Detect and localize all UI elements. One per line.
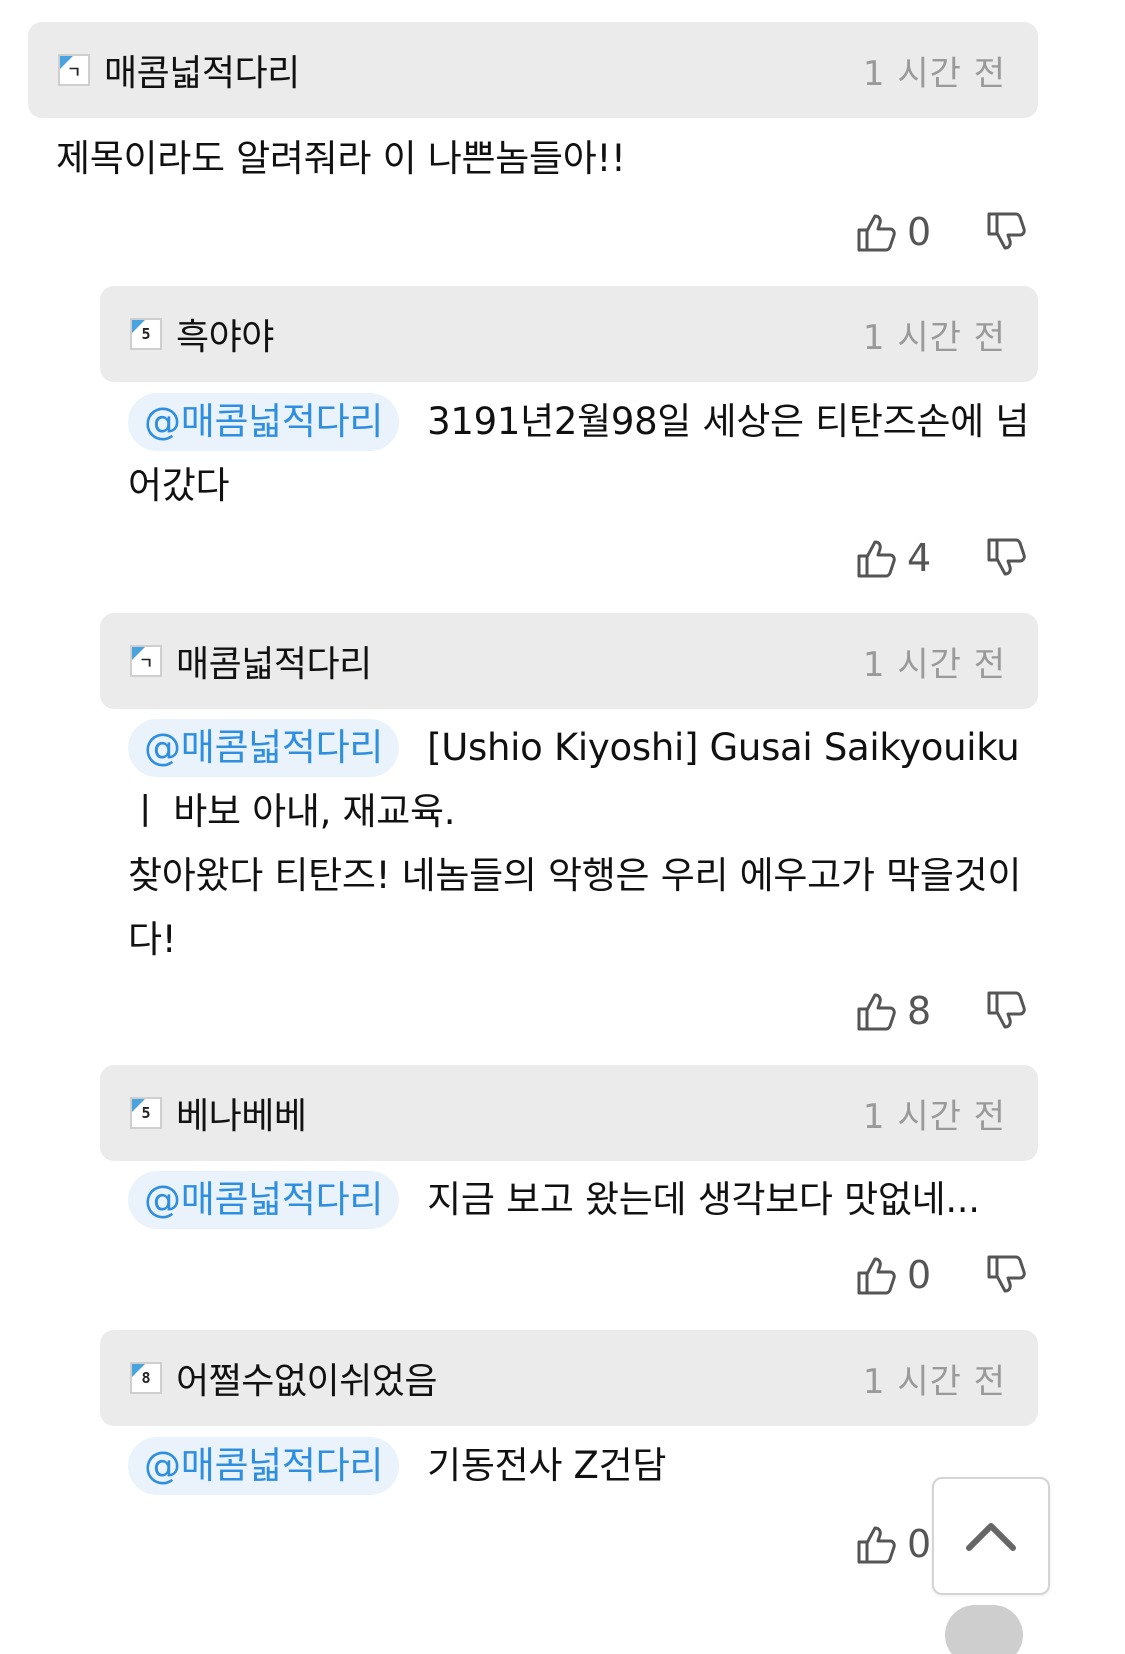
comment-text: 제목이라도 알려줘라 이 나쁜놈들아!!	[56, 127, 1036, 191]
vote-bar: 4	[855, 528, 1029, 588]
comment-header: 5 흑야야 1 시간 전	[100, 286, 1038, 382]
thumbs-down-icon[interactable]	[985, 210, 1029, 254]
level-badge-icon: ㄱ	[130, 645, 162, 677]
timestamp: 1 시간 전	[862, 644, 1006, 685]
thumbs-up-icon[interactable]	[855, 1522, 899, 1566]
comment-text: @매콤넓적다리 3191년2월98일 세상은 티탄즈손에 넘어갔다	[128, 390, 1038, 518]
comment-thread: ㄱ 매콤넓적다리 1 시간 전 제목이라도 알려줘라 이 나쁜놈들아!! 0 5…	[0, 0, 1125, 1654]
mention-tag[interactable]: @매콤넓적다리	[128, 1171, 400, 1229]
comment-text: @매콤넓적다리 기동전사 Z건담	[128, 1434, 908, 1498]
vote-bar: 0	[855, 202, 1029, 262]
chat-bubble-icon[interactable]	[945, 1605, 1023, 1654]
like-count: 0	[907, 1253, 932, 1297]
thumbs-down-icon[interactable]	[985, 536, 1029, 580]
comment-header: ㄱ 매콤넓적다리 1 시간 전	[100, 613, 1038, 709]
like-count: 8	[907, 989, 932, 1033]
comment-header: 5 베나베베 1 시간 전	[100, 1065, 1038, 1161]
nickname[interactable]: 매콤넓적다리	[176, 635, 372, 687]
level-badge-icon: 5	[130, 318, 162, 350]
comment-body: 지금 보고 왔는데 생각보다 맛없네...	[427, 1178, 980, 1221]
scroll-to-top-button[interactable]	[932, 1477, 1050, 1595]
comment-body-line2: 찾아왔다 티탄즈! 네놈들의 악행은 우리 에우고가 막을것이다!	[128, 854, 1022, 961]
nickname[interactable]: 베나베베	[176, 1087, 307, 1139]
like-count: 0	[907, 210, 932, 254]
nickname[interactable]: 흑야야	[176, 308, 274, 360]
comment-header: ㄱ 매콤넓적다리 1 시간 전	[28, 22, 1038, 118]
comment-header: 8 어쩔수없이쉬었음 1 시간 전	[100, 1330, 1038, 1426]
chevron-up-icon	[966, 1523, 1016, 1551]
timestamp: 1 시간 전	[862, 1096, 1006, 1137]
timestamp: 1 시간 전	[862, 1361, 1006, 1402]
comment-body: 기동전사 Z건담	[427, 1444, 667, 1487]
nickname[interactable]: 어쩔수없이쉬었음	[176, 1352, 437, 1404]
like-count: 4	[907, 536, 932, 580]
mention-tag[interactable]: @매콤넓적다리	[128, 719, 400, 777]
thumbs-down-icon[interactable]	[985, 989, 1029, 1033]
thumbs-down-icon[interactable]	[985, 1253, 1029, 1297]
timestamp: 1 시간 전	[862, 53, 1006, 94]
level-badge-icon: ㄱ	[58, 54, 90, 86]
thumbs-up-icon[interactable]	[855, 989, 899, 1033]
nickname[interactable]: 매콤넓적다리	[104, 44, 300, 96]
comment-text: @매콤넓적다리 지금 보고 왔는데 생각보다 맛없네...	[128, 1168, 1038, 1232]
level-badge-icon: 5	[130, 1097, 162, 1129]
thumbs-up-icon[interactable]	[855, 210, 899, 254]
thumbs-up-icon[interactable]	[855, 1253, 899, 1297]
timestamp: 1 시간 전	[862, 317, 1006, 358]
thumbs-up-icon[interactable]	[855, 536, 899, 580]
vote-bar: 0	[855, 1245, 1029, 1305]
vote-bar: 8	[855, 981, 1029, 1041]
comment-body: 제목이라도 알려줘라 이 나쁜놈들아!!	[56, 137, 626, 180]
comment-text: @매콤넓적다리 [Ushio Kiyoshi] Gusai Saikyouiku …	[128, 716, 1038, 972]
mention-tag[interactable]: @매콤넓적다리	[128, 1437, 400, 1495]
mention-tag[interactable]: @매콤넓적다리	[128, 393, 400, 451]
level-badge-icon: 8	[130, 1362, 162, 1394]
